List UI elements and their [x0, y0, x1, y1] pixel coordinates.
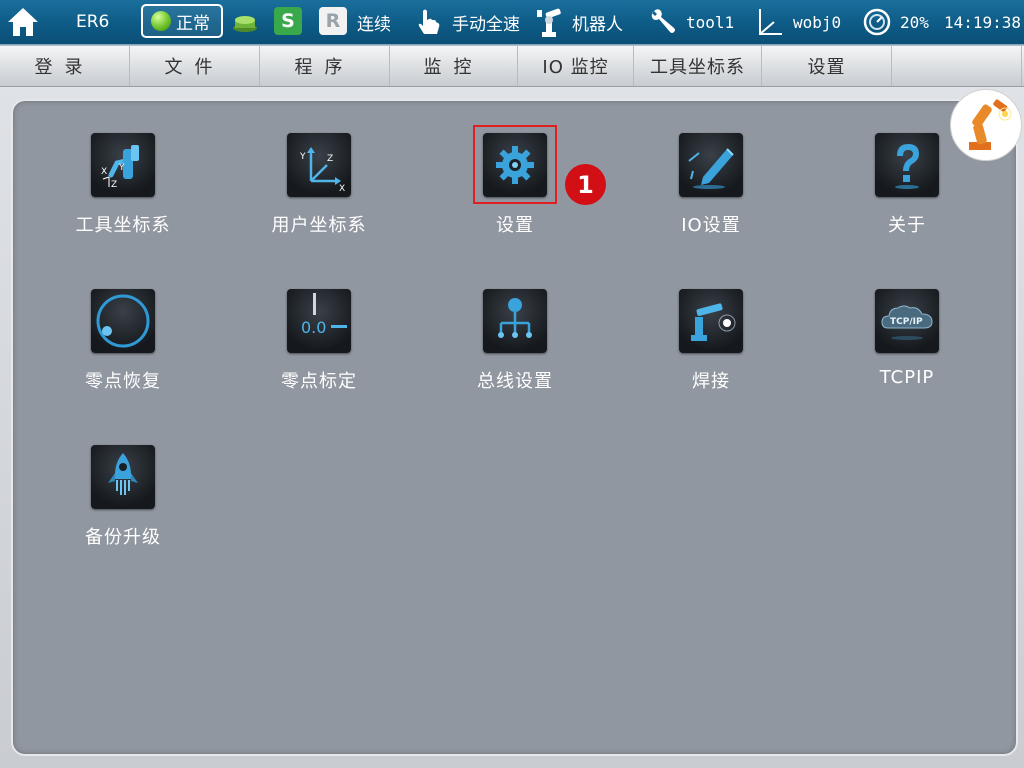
menu-login[interactable]: 登录	[0, 46, 130, 86]
tile-welding[interactable]: 焊接	[631, 289, 791, 409]
menu-file[interactable]: 文件	[130, 46, 260, 86]
tile-label: 总线设置	[477, 371, 553, 392]
tile-label: TCPIP	[879, 367, 935, 388]
status-light-icon	[151, 11, 171, 31]
robot-state-indicator[interactable]: 正常	[141, 4, 223, 38]
zero-restore-icon	[91, 289, 155, 353]
menu-tool-frame[interactable]: 工具坐标系	[634, 46, 762, 86]
svg-text:Y: Y	[299, 152, 306, 162]
robot-logo-icon	[950, 89, 1022, 161]
robot-model-label: ER6	[76, 12, 110, 32]
zero-calibrate-icon: 0.0	[287, 289, 351, 353]
svg-text:Y: Y	[118, 163, 125, 173]
tile-io-settings[interactable]: IO设置	[631, 133, 791, 253]
axis-icon[interactable]	[755, 0, 785, 44]
rocket-icon	[91, 445, 155, 509]
tile-zero-restore[interactable]: 零点恢复	[43, 289, 203, 409]
tile-label: 工具坐标系	[75, 215, 171, 236]
wrench-icon[interactable]	[647, 0, 679, 44]
highlight-box	[473, 125, 557, 204]
main-menu-bar: 登录 文件 程序 监控 IO 监控 工具坐标系 设置	[0, 46, 1024, 87]
tool-frame-icon: X Y Z	[91, 133, 155, 197]
tile-tcpip[interactable]: TCP/IP TCPIP	[827, 289, 987, 409]
tile-label: 焊接	[692, 371, 730, 392]
status-bar: ER6 正常 S R 连续 手动全速 机器人 tool1 wobj0 20% 1…	[0, 0, 1024, 45]
tile-label: 用户坐标系	[271, 215, 367, 236]
tile-label: 零点恢复	[85, 371, 161, 392]
tcpip-cloud-icon: TCP/IP	[875, 289, 939, 353]
tile-tool-frame[interactable]: X Y Z 工具坐标系	[43, 133, 203, 253]
tile-label: IO设置	[681, 215, 741, 236]
user-frame-icon: Y Z X	[287, 133, 351, 197]
svg-text:Z: Z	[111, 180, 117, 190]
menu-program[interactable]: 程序	[260, 46, 390, 86]
home-icon[interactable]	[4, 0, 42, 44]
program-run-badge[interactable]: R	[319, 7, 347, 35]
menu-empty-slot	[892, 46, 1022, 86]
tile-user-frame[interactable]: Y Z X 用户坐标系	[239, 133, 399, 253]
tile-bus-settings[interactable]: 总线设置	[435, 289, 595, 409]
coordinate-mode-label[interactable]: 机器人	[572, 0, 623, 44]
run-mode-label[interactable]: 连续	[357, 0, 391, 44]
tool-name-label[interactable]: tool1	[686, 0, 734, 44]
tile-label: 关于	[888, 215, 926, 236]
svg-text:X: X	[101, 167, 107, 177]
svg-text:Z: Z	[327, 154, 333, 164]
hand-icon[interactable]	[412, 0, 444, 44]
welding-icon	[679, 289, 743, 353]
question-icon	[875, 133, 939, 197]
speed-percent-label[interactable]: 20%	[900, 0, 929, 44]
tile-zero-calibrate[interactable]: 0.0 零点标定	[239, 289, 399, 409]
svg-text:TCP/IP: TCP/IP	[890, 317, 923, 327]
workobject-name-label[interactable]: wobj0	[793, 0, 841, 44]
speed-mode-label[interactable]: 手动全速	[452, 0, 520, 44]
tile-label: 零点标定	[281, 371, 357, 392]
menu-monitor[interactable]: 监控	[390, 46, 518, 86]
clock-label: 14:19:38	[944, 12, 1022, 32]
menu-io-monitor[interactable]: IO 监控	[518, 46, 634, 86]
servo-icon[interactable]	[230, 0, 260, 44]
tile-label: 备份升级	[85, 527, 161, 548]
pen-icon	[679, 133, 743, 197]
robot-state-label: 正常	[176, 13, 210, 34]
bus-network-icon	[483, 289, 547, 353]
step-number-badge: 1	[565, 164, 606, 205]
svg-text:0.0: 0.0	[301, 318, 326, 337]
tile-backup-upgrade[interactable]: 备份升级	[43, 445, 203, 565]
tile-label: 设置	[496, 215, 534, 236]
menu-settings[interactable]: 设置	[762, 46, 892, 86]
servo-badge[interactable]: S	[274, 7, 302, 35]
svg-text:X: X	[339, 184, 345, 193]
gauge-icon[interactable]	[861, 0, 893, 44]
robot-arm-icon[interactable]	[533, 0, 565, 44]
